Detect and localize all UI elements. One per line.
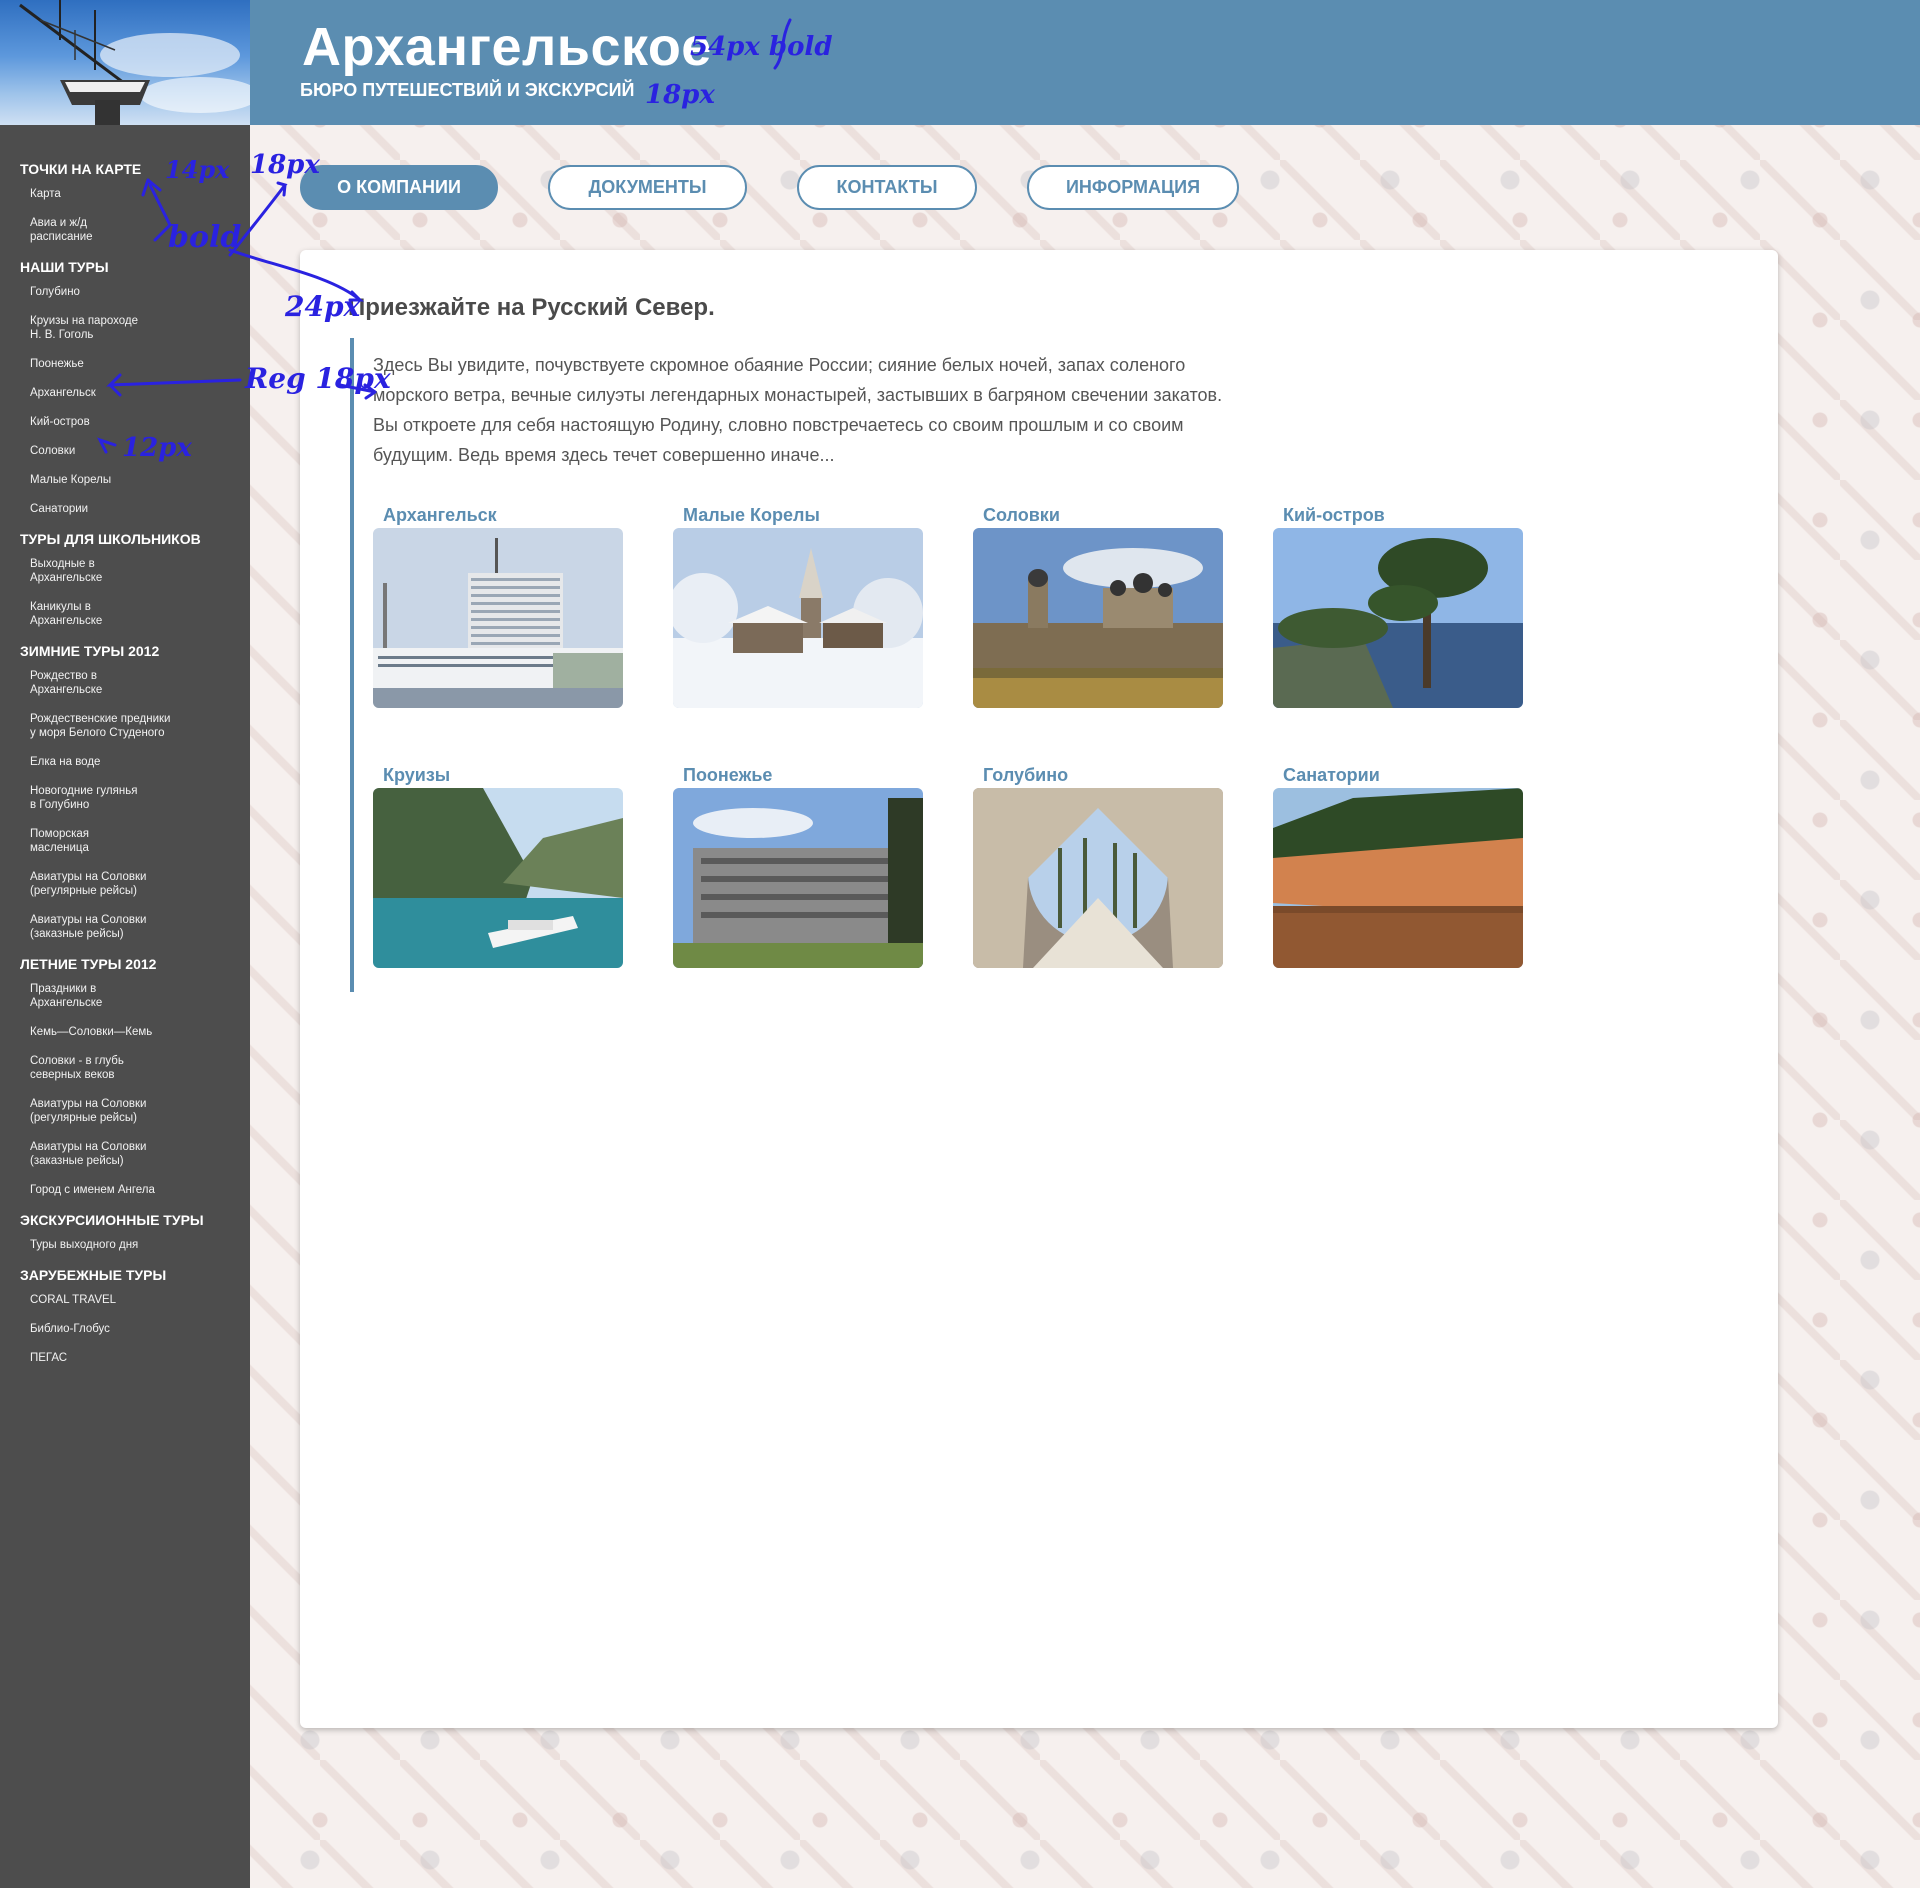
annotation-sidebar-item-size: 12px	[122, 433, 192, 463]
tile-golubino[interactable]: Голубино	[973, 762, 1223, 968]
tab-about[interactable]: О КОМПАНИИ	[300, 165, 498, 210]
tile-malye-korely[interactable]: Малые Корелы	[673, 502, 923, 708]
sidebar-item[interactable]: Авиатуры на Соловки (заказные рейсы)	[0, 1140, 250, 1168]
sidebar-item[interactable]: Голубино	[0, 285, 250, 299]
tab-documents[interactable]: ДОКУМЕНТЫ	[548, 165, 747, 210]
sidebar-item[interactable]: Поонежье	[0, 357, 250, 371]
tile-kiy-ostrov[interactable]: Кий-остров	[1273, 502, 1523, 708]
sidebar-heading[interactable]: НАШИ ТУРЫ	[0, 259, 250, 275]
quote-bar	[350, 338, 354, 992]
sidebar-item[interactable]: CORAL TRAVEL	[0, 1293, 250, 1307]
sidebar-section: ЭКСКУРСИИОННЫЕ ТУРЫ Туры выходного дня	[0, 1212, 250, 1252]
sidebar-section: ЗИМНИЕ ТУРЫ 2012 Рождество в Архангельске…	[0, 643, 250, 941]
content-card: Приезжайте на Русский Север. Здесь Вы ув…	[300, 250, 1778, 1728]
sidebar-item[interactable]: Елка на воде	[0, 755, 250, 769]
sidebar-section: НАШИ ТУРЫ Голубино Круизы на пароходе Н. В…	[0, 259, 250, 516]
logo-ship-photo[interactable]	[0, 0, 250, 125]
tile-arkhangelsk[interactable]: Архангельск	[373, 502, 623, 708]
tile-label[interactable]: Санатории	[1273, 762, 1523, 788]
sidebar-item[interactable]: ПЕГАС	[0, 1351, 250, 1365]
sidebar-item[interactable]: Выходные в Архангельске	[0, 557, 250, 585]
annotation-nav-size: 18px	[250, 150, 320, 180]
tile-label[interactable]: Поонежье	[673, 762, 923, 788]
sanatorium-building-photo[interactable]	[673, 788, 923, 968]
sidebar-item[interactable]: Библио-Глобус	[0, 1322, 250, 1336]
sidebar-item[interactable]: Карта	[0, 187, 250, 201]
sidebar-item[interactable]: Авиатуры на Соловки (заказные рейсы)	[0, 913, 250, 941]
sidebar-item[interactable]: Поморская масленица	[0, 827, 250, 855]
sidebar-item[interactable]: Туры выходного дня	[0, 1238, 250, 1252]
sidebar-section: ТУРЫ ДЛЯ ШКОЛЬНИКОВ Выходные в Архангельс…	[0, 531, 250, 628]
sidebar-item[interactable]: Круизы на пароходе Н. В. Гоголь	[0, 314, 250, 342]
cliff-river-photo[interactable]	[1273, 788, 1523, 968]
page-title: Приезжайте на Русский Север.	[348, 294, 715, 321]
annotation-sidebar-heading-weight: bold	[168, 220, 242, 255]
sidebar-heading[interactable]: ЭКСКУРСИИОННЫЕ ТУРЫ	[0, 1212, 250, 1228]
cave-photo[interactable]	[973, 788, 1223, 968]
sidebar-item[interactable]: Соловки - в глубь северных веков	[0, 1054, 250, 1082]
sidebar-heading[interactable]: ЗИМНИЕ ТУРЫ 2012	[0, 643, 250, 659]
island-pine-photo[interactable]	[1273, 528, 1523, 708]
sidebar-item[interactable]: Новогодние гулянья в Голубино	[0, 784, 250, 812]
sidebar-item[interactable]: Рождественские предники у моря Белого Ст…	[0, 712, 250, 740]
sidebar-item[interactable]: Архангельск	[0, 386, 250, 400]
sidebar-item[interactable]: Кий-остров	[0, 415, 250, 429]
sidebar-section: ЛЕТНИЕ ТУРЫ 2012 Праздники в Архангельске…	[0, 956, 250, 1197]
sidebar-item[interactable]: Санатории	[0, 502, 250, 516]
sidebar-item[interactable]: Рождество в Архангельске	[0, 669, 250, 697]
tile-solovki[interactable]: Соловки	[973, 502, 1223, 708]
sidebar: ТОЧКИ НА КАРТЕ Карта Авиа и ж/д расписание…	[0, 125, 250, 1888]
annotation-heading-size: 24px	[285, 290, 361, 323]
city-port-photo[interactable]	[373, 528, 623, 708]
sidebar-item[interactable]: Город с именем Ангела	[0, 1183, 250, 1197]
annotation-intro-size: Reg 18px	[245, 362, 391, 395]
intro-text: Здесь Вы увидите, почувствуете скромное …	[373, 355, 1223, 465]
sidebar-item[interactable]: Кемь—Соловки—Кемь	[0, 1025, 250, 1039]
site-header: Архангельское БЮРО ПУТЕШЕСТВИЙ И ЭКСКУРС…	[0, 0, 1920, 125]
sidebar-heading[interactable]: ЗАРУБЕЖНЫЕ ТУРЫ	[0, 1267, 250, 1283]
tile-cruises[interactable]: Круизы	[373, 762, 623, 968]
sidebar-item[interactable]: Малые Корелы	[0, 473, 250, 487]
cruise-ship-photo[interactable]	[373, 788, 623, 968]
site-title[interactable]: Архангельское	[302, 16, 712, 78]
winter-village-photo[interactable]	[673, 528, 923, 708]
annotation-title-size: 54px bold	[690, 32, 833, 62]
sidebar-heading[interactable]: ЛЕТНИЕ ТУРЫ 2012	[0, 956, 250, 972]
tile-label[interactable]: Малые Корелы	[673, 502, 923, 528]
sidebar-item[interactable]: Праздники в Архангельске	[0, 982, 250, 1010]
tile-label[interactable]: Кий-остров	[1273, 502, 1523, 528]
annotation-subtitle-size: 18px	[645, 80, 715, 110]
monastery-photo[interactable]	[973, 528, 1223, 708]
tile-label[interactable]: Круизы	[373, 762, 623, 788]
sidebar-item[interactable]: Авиатуры на Соловки (регулярные рейсы)	[0, 1097, 250, 1125]
sidebar-heading[interactable]: ТУРЫ ДЛЯ ШКОЛЬНИКОВ	[0, 531, 250, 547]
tile-label[interactable]: Голубино	[973, 762, 1223, 788]
sidebar-item[interactable]: Авиатуры на Соловки (регулярные рейсы)	[0, 870, 250, 898]
tab-contacts[interactable]: КОНТАКТЫ	[797, 165, 977, 210]
tile-sanatorii[interactable]: Санатории	[1273, 762, 1523, 968]
tile-label[interactable]: Соловки	[973, 502, 1223, 528]
tab-info[interactable]: ИНФОРМАЦИЯ	[1027, 165, 1239, 210]
sidebar-section: ЗАРУБЕЖНЫЕ ТУРЫ CORAL TRAVEL Библио-Глобус…	[0, 1267, 250, 1365]
annotation-sidebar-heading-size: 14px	[165, 155, 230, 184]
sidebar-item[interactable]: Каникулы в Архангельске	[0, 600, 250, 628]
tile-label[interactable]: Архангельск	[373, 502, 623, 528]
site-subtitle: БЮРО ПУТЕШЕСТВИЙ И ЭКСКУРСИЙ	[300, 80, 635, 100]
tile-poonezhye[interactable]: Поонежье	[673, 762, 923, 968]
